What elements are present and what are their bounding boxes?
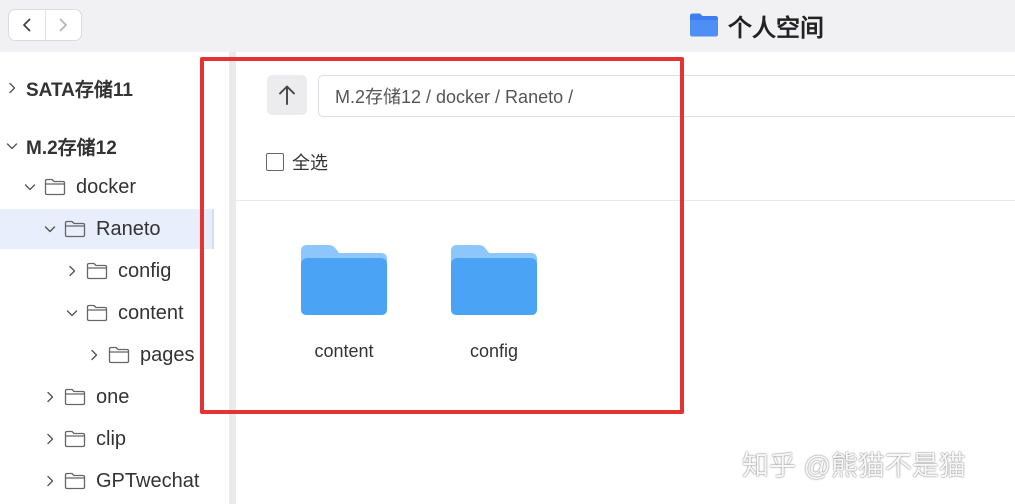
sidebar-item-config[interactable]: config bbox=[0, 251, 214, 291]
folder-outline-icon bbox=[64, 220, 86, 238]
chevron-right-icon[interactable] bbox=[66, 265, 78, 277]
sidebar-item-label: GPTwechat bbox=[96, 469, 200, 492]
chevron-right-icon bbox=[60, 18, 68, 32]
folder-outline-icon bbox=[64, 430, 86, 448]
chevron-right-icon[interactable] bbox=[44, 433, 56, 445]
sidebar-item-one[interactable]: one bbox=[0, 377, 214, 417]
nav-button-group bbox=[8, 9, 82, 41]
folder-outline-icon bbox=[64, 388, 86, 406]
sidebar-item-label: docker bbox=[76, 175, 137, 198]
sidebar-item-label: M.2存储12 bbox=[26, 137, 117, 159]
sidebar-item-label: pages bbox=[140, 343, 195, 366]
sidebar-item-label: Raneto bbox=[96, 217, 161, 240]
chevron-down-icon[interactable] bbox=[44, 223, 56, 235]
watermark: 知乎 @熊猫不是猫 bbox=[742, 451, 966, 481]
sidebar-item-label: clip bbox=[96, 427, 127, 450]
folder-icon bbox=[690, 13, 718, 37]
sidebar-item-sata-11[interactable]: SATA存储11 bbox=[0, 68, 214, 108]
forward-button[interactable] bbox=[44, 10, 81, 40]
sidebar-item-gptwechat[interactable]: GPTwechat bbox=[0, 461, 214, 501]
sidebar-item-m-2-12[interactable]: M.2存储12 bbox=[0, 126, 214, 166]
sidebar-item-clip[interactable]: clip bbox=[0, 419, 214, 459]
sidebar-item-label: one bbox=[96, 385, 130, 408]
sidebar-item-content[interactable]: content bbox=[0, 293, 214, 333]
folder-outline-icon bbox=[64, 472, 86, 490]
chevron-right-icon[interactable] bbox=[44, 391, 56, 403]
back-button[interactable] bbox=[9, 10, 45, 40]
folder-outline-icon bbox=[86, 304, 108, 322]
top-bar: 个人空间 bbox=[0, 0, 1015, 52]
sidebar-item-label: content bbox=[118, 301, 184, 324]
chevron-right-icon[interactable] bbox=[6, 82, 18, 94]
sidebar-item-raneto[interactable]: Raneto bbox=[0, 209, 214, 249]
sidebar-item-label: config bbox=[118, 259, 172, 282]
page-title: 个人空间 bbox=[728, 14, 824, 42]
folder-outline-icon bbox=[108, 346, 130, 364]
window-title: 个人空间 bbox=[688, 9, 824, 42]
sidebar-item-label: SATA存储11 bbox=[26, 79, 133, 101]
sidebar-item-pages[interactable]: pages bbox=[0, 335, 214, 375]
folder-outline-icon bbox=[86, 262, 108, 280]
annotation-highlight-box bbox=[200, 57, 684, 414]
chevron-down-icon[interactable] bbox=[66, 307, 78, 319]
chevron-left-icon bbox=[23, 18, 31, 32]
folder-outline-icon bbox=[44, 178, 66, 196]
chevron-right-icon[interactable] bbox=[88, 349, 100, 361]
chevron-right-icon[interactable] bbox=[44, 475, 56, 487]
chevron-down-icon[interactable] bbox=[6, 140, 18, 152]
sidebar-item-docker[interactable]: docker bbox=[0, 167, 214, 207]
chevron-down-icon[interactable] bbox=[24, 181, 36, 193]
